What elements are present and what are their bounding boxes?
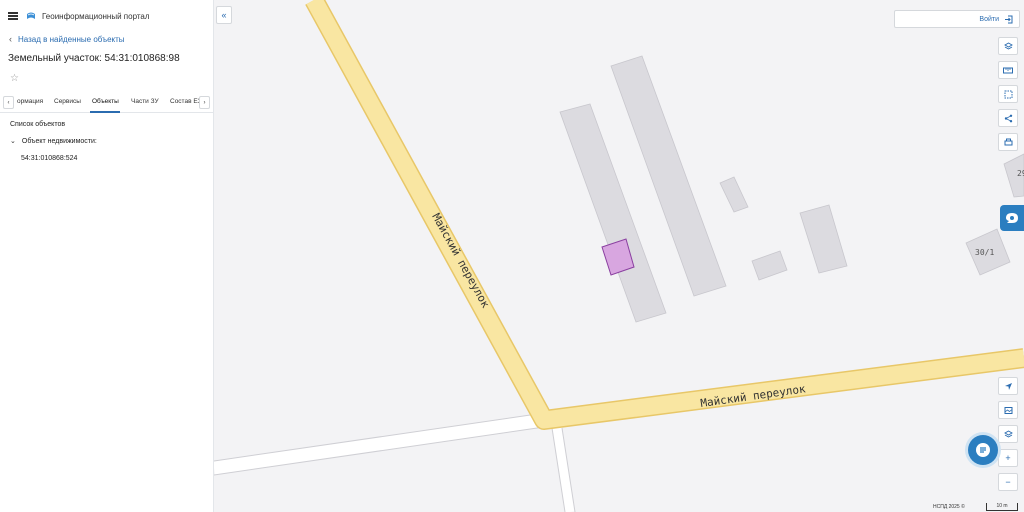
area-select-icon	[1004, 90, 1012, 98]
support-chat-button[interactable]	[968, 435, 998, 465]
chevron-left-icon: ‹	[9, 34, 12, 44]
location-arrow-icon	[1004, 382, 1012, 390]
objects-group-toggle[interactable]: ⌄ Объект недвижимости:	[10, 137, 97, 146]
minor-road	[214, 413, 546, 475]
building	[799, 204, 848, 274]
sidebar: Геоинформационный портал ‹ Назад в найде…	[0, 0, 214, 512]
object-tabs: ‹ ормация Сервисы Объекты Части ЗУ Соста…	[0, 93, 214, 113]
street-label: Майский переулок	[429, 211, 492, 310]
select-area-button[interactable]	[998, 85, 1018, 103]
layers-button[interactable]	[998, 37, 1018, 55]
back-link-label: Назад в найденные объекты	[18, 34, 125, 44]
login-icon	[1005, 15, 1013, 23]
locate-me-button[interactable]	[998, 377, 1018, 395]
building	[751, 250, 788, 281]
tabs-scroll-left-button[interactable]: ‹	[3, 96, 14, 109]
building	[719, 176, 749, 213]
ruler-icon	[1003, 67, 1013, 73]
tab-information[interactable]: ормация	[17, 98, 43, 105]
layers-secondary-button[interactable]	[998, 425, 1018, 443]
top-bar: Геоинформационный портал	[0, 0, 213, 32]
map-copyright: НСПД 2025 ©	[933, 504, 965, 510]
measure-button[interactable]	[998, 61, 1018, 79]
tab-composition[interactable]: Состав ЕЗ	[170, 98, 201, 105]
login-button[interactable]: Войти	[894, 10, 1020, 28]
back-to-results-link[interactable]: ‹ Назад в найденные объекты	[0, 32, 213, 46]
active-tab-indicator	[90, 111, 120, 113]
objects-list-title: Список объектов	[10, 121, 66, 128]
page-title: Земельный участок: 54:31:010868:98	[8, 53, 180, 64]
side-panel-tab[interactable]	[1000, 205, 1024, 231]
list-item[interactable]: 54:31:010868:524	[21, 155, 77, 162]
menu-icon[interactable]	[8, 12, 18, 20]
chat-icon	[976, 443, 990, 457]
chevron-down-icon: ⌄	[10, 138, 16, 145]
tabs-scroll-right-button[interactable]: ›	[199, 96, 210, 109]
house-number-label: 30/1	[975, 248, 994, 257]
print-button[interactable]	[998, 133, 1018, 151]
chat-bubble-icon	[1006, 213, 1018, 223]
tab-objects[interactable]: Объекты	[92, 98, 119, 105]
basemap-button[interactable]	[998, 401, 1018, 419]
layers-icon	[1003, 41, 1013, 50]
portal-logo-icon	[27, 12, 35, 19]
tab-services[interactable]: Сервисы	[54, 98, 81, 105]
map-layer: Майский переулок Майский переулок 30/1 2…	[214, 0, 1024, 512]
zoom-out-button[interactable]: −	[998, 473, 1018, 491]
app-title: Геоинформационный портал	[42, 11, 150, 21]
share-icon	[1004, 114, 1012, 122]
map-scale-bar: 10 m	[986, 503, 1018, 511]
map-canvas[interactable]: Майский переулок Майский переулок 30/1 2…	[214, 0, 1024, 512]
basemap-icon	[1004, 406, 1012, 414]
favorite-star-icon[interactable]: ☆	[10, 73, 19, 84]
house-number-label: 29	[1017, 169, 1024, 178]
print-icon	[1004, 138, 1012, 145]
layers-icon	[1003, 429, 1013, 438]
objects-group-label: Объект недвижимости:	[21, 137, 97, 145]
collapse-sidebar-button[interactable]: «	[216, 6, 232, 24]
login-label: Войти	[979, 15, 999, 23]
share-button[interactable]	[998, 109, 1018, 127]
tab-land-parts[interactable]: Части ЗУ	[131, 98, 159, 105]
zoom-in-button[interactable]: +	[998, 449, 1018, 467]
